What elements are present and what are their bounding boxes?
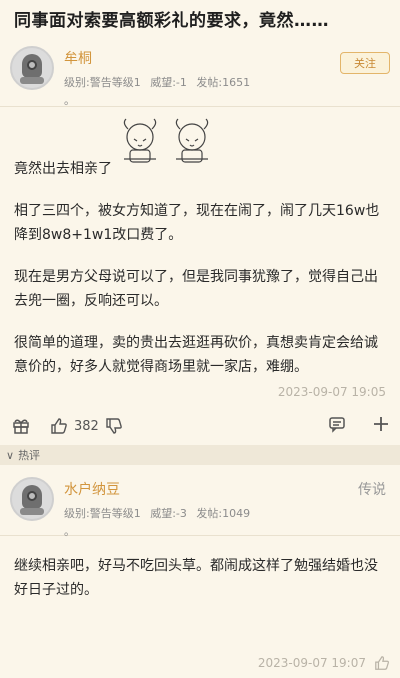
gift-icon[interactable]: [12, 417, 30, 435]
comment-footer: 2023-09-07 19:07: [258, 655, 390, 671]
user-signature: 。: [64, 94, 75, 107]
hot-label-text: 热评: [18, 449, 41, 462]
like-group: 382: [50, 417, 123, 435]
post-timestamp: 2023-09-07 19:05: [277, 385, 386, 399]
post-content: 竟然出去相亲了 相了三四个，被女方知道了，现在在闹了，闹了几天16w也降到8w8…: [0, 107, 400, 379]
avatar[interactable]: [10, 477, 54, 521]
thread-page: 同事面对索要高额彩礼的要求，竟然…… 牟桐 级别:警告等级1 威望:-1 发帖:…: [0, 0, 400, 678]
user-meta: 级别:警告等级1 威望:-3 发帖:1049: [64, 505, 390, 521]
comment-icon[interactable]: [328, 415, 346, 433]
chevron-down-icon: ∨: [6, 448, 15, 462]
user-level: 级别:警告等级1: [64, 507, 141, 520]
user-signature: 。: [64, 525, 75, 538]
user-info: 水户纳豆 级别:警告等级1 威望:-3 发帖:1049 。: [64, 477, 390, 538]
user-posts: 发帖:1651: [196, 76, 251, 89]
comment-text: 继续相亲吧，好马不吃回头草。都闹成这样了勉强结婚也没好日子过的。: [14, 558, 378, 598]
user-meta: 级别:警告等级1 威望:-1 发帖:1651: [64, 74, 390, 90]
legend-badge: 传说: [358, 482, 386, 498]
thumbs-up-icon[interactable]: [374, 655, 390, 671]
post-paragraph: 很简单的道理，卖的贵出去逛逛再砍价，真想卖肯定会给诚意价的，好多人就觉得商场里就…: [14, 335, 378, 375]
user-level: 级别:警告等级1: [64, 76, 141, 89]
post-header: 牟桐 级别:警告等级1 威望:-1 发帖:1651 。 关注: [0, 34, 400, 107]
helmet-visor: [27, 491, 37, 501]
avatar[interactable]: [10, 46, 54, 90]
comment-timestamp: 2023-09-07 19:07: [257, 656, 366, 670]
comment-header: 水户纳豆 级别:警告等级1 威望:-3 发帖:1049 。 传说: [0, 465, 400, 538]
plus-icon[interactable]: [372, 415, 390, 433]
like-count: 382: [74, 418, 99, 434]
action-bar: 382: [0, 407, 400, 445]
thumbs-up-icon[interactable]: [50, 417, 68, 435]
thumbs-down-icon[interactable]: [105, 417, 123, 435]
user-prestige: 威望:-3: [150, 507, 187, 520]
thread-title: 同事面对索要高额彩礼的要求，竟然……: [14, 11, 329, 31]
chibi-sticker-icon: [123, 118, 209, 163]
helmet-base: [20, 508, 44, 515]
comment-username[interactable]: 水户纳豆: [64, 479, 390, 499]
right-actions: [328, 415, 390, 433]
helmet-visor: [27, 60, 37, 70]
helmet-base: [20, 77, 44, 84]
follow-button[interactable]: 关注: [340, 52, 390, 74]
hot-comments-section-label: ∨ 热评: [0, 445, 400, 465]
user-posts: 发帖:1049: [196, 507, 251, 520]
post-paragraph: 相了三四个，被女方知道了，现在在闹了，闹了几天16w也降到8w8+1w1改口费了…: [14, 203, 380, 243]
user-prestige: 威望:-1: [150, 76, 187, 89]
post-paragraph: 现在是男方父母说可以了，但是我同事犹豫了，觉得自己出去兜一圈，反响还可以。: [14, 269, 378, 309]
